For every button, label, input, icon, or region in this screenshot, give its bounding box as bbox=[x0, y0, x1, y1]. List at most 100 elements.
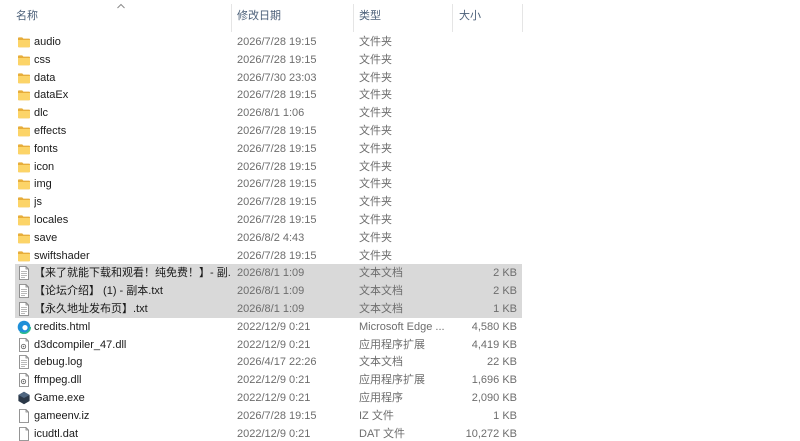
file-type: 应用程序扩展 bbox=[359, 338, 425, 351]
file-type: 文件夹 bbox=[359, 213, 392, 226]
folder-icon bbox=[17, 35, 31, 49]
file-name: Game.exe bbox=[34, 391, 85, 404]
folder-icon bbox=[17, 177, 31, 191]
file-type: 文件夹 bbox=[359, 178, 392, 191]
file-row[interactable]: img 2026/7/28 19:15 文件夹 bbox=[0, 175, 800, 193]
file-modified-date: 2026/8/1 1:09 bbox=[237, 285, 305, 298]
file-row[interactable]: icudtl.dat 2022/12/9 0:21 DAT 文件 10,272 KB bbox=[0, 425, 800, 441]
file-modified-date: 2026/8/2 4:43 bbox=[237, 231, 305, 244]
file-size bbox=[450, 193, 517, 211]
file-name: d3dcompiler_47.dll bbox=[34, 338, 127, 351]
file-row[interactable]: d3dcompiler_47.dll 2022/12/9 0:21 应用程序扩展 4,… bbox=[0, 336, 800, 354]
folder-icon bbox=[17, 249, 31, 263]
file-row[interactable]: 【永久地址发布页】.txt 2026/8/1 1:09 文本文档 1 KB bbox=[0, 299, 800, 318]
file-row[interactable]: locales 2026/7/28 19:15 文件夹 bbox=[0, 211, 800, 229]
file-name: locales bbox=[34, 213, 69, 226]
column-divider[interactable] bbox=[452, 4, 453, 32]
column-divider[interactable] bbox=[522, 4, 523, 32]
file-row[interactable]: save 2026/8/2 4:43 文件夹 bbox=[0, 229, 800, 247]
text-file-icon bbox=[17, 266, 31, 281]
file-modified-date: 2026/7/28 19:15 bbox=[237, 213, 317, 226]
file-name: icon bbox=[34, 160, 55, 173]
file-type: 文本文档 bbox=[359, 267, 403, 280]
column-header-date[interactable]: 修改日期 bbox=[237, 0, 347, 30]
file-row[interactable]: css 2026/7/28 19:15 文件夹 bbox=[0, 51, 800, 69]
file-size bbox=[450, 122, 517, 140]
file-row[interactable]: debug.log 2026/4/17 22:26 文本文档 22 KB bbox=[0, 353, 800, 371]
file-row[interactable]: swiftshader 2026/7/28 19:15 文件夹 bbox=[0, 247, 800, 265]
file-name: icudtl.dat bbox=[34, 427, 79, 440]
file-size: 4,580 KB bbox=[471, 320, 517, 333]
file-row[interactable]: ffmpeg.dll 2022/12/9 0:21 应用程序扩展 1,696 KB bbox=[0, 371, 800, 389]
file-size bbox=[450, 33, 517, 51]
column-divider[interactable] bbox=[231, 4, 232, 32]
file-row[interactable]: js 2026/7/28 19:15 文件夹 bbox=[0, 193, 800, 211]
folder-icon bbox=[17, 213, 31, 227]
file-name: audio bbox=[34, 36, 61, 48]
dll-file-icon bbox=[17, 337, 31, 352]
file-size bbox=[450, 158, 517, 176]
file-row[interactable]: Game.exe 2022/12/9 0:21 应用程序 2,090 KB bbox=[0, 389, 800, 407]
file-row[interactable]: data 2026/7/30 23:03 文件夹 bbox=[0, 69, 800, 87]
file-name: data bbox=[34, 71, 56, 84]
edge-html-icon bbox=[16, 319, 32, 334]
file-name: credits.html bbox=[34, 320, 91, 333]
folder-icon bbox=[17, 160, 31, 174]
game-exe-icon bbox=[17, 391, 31, 405]
folder-icon bbox=[17, 88, 31, 102]
file-modified-date: 2022/12/9 0:21 bbox=[237, 320, 311, 333]
file-size bbox=[450, 69, 517, 87]
file-size: 2 KB bbox=[493, 285, 517, 298]
file-size: 2 KB bbox=[493, 267, 517, 280]
column-header-name[interactable]: 名称 bbox=[16, 0, 226, 30]
file-row[interactable]: gameenv.iz 2026/7/28 19:15 IZ 文件 1 KB bbox=[0, 407, 800, 425]
file-row[interactable]: dlc 2026/8/1 1:06 文件夹 bbox=[0, 104, 800, 122]
file-size bbox=[450, 247, 517, 265]
file-modified-date: 2026/7/28 19:15 bbox=[237, 36, 317, 48]
folder-icon bbox=[17, 124, 31, 138]
file-modified-date: 2026/8/1 1:06 bbox=[237, 107, 305, 120]
column-divider[interactable] bbox=[353, 4, 354, 32]
folder-icon bbox=[17, 106, 31, 120]
file-size bbox=[450, 211, 517, 229]
file-type: 文件夹 bbox=[359, 160, 392, 173]
file-row[interactable]: effects 2026/7/28 19:15 文件夹 bbox=[0, 122, 800, 140]
file-name: dlc bbox=[34, 107, 49, 120]
file-row[interactable]: 【来了就能下载和观看！纯免费！】- 副... 2026/8/1 1:09 文本文档 2… bbox=[0, 264, 800, 283]
file-row[interactable]: fonts 2026/7/28 19:15 文件夹 bbox=[0, 140, 800, 158]
file-row[interactable]: credits.html 2022/12/9 0:21 Microsoft Edge… bbox=[0, 318, 800, 336]
folder-icon bbox=[17, 195, 31, 209]
file-modified-date: 2022/12/9 0:21 bbox=[237, 427, 311, 440]
file-type: 文件夹 bbox=[359, 36, 392, 48]
file-name: 【来了就能下载和观看！纯免费！】- 副... bbox=[34, 267, 230, 280]
file-modified-date: 2026/8/1 1:09 bbox=[237, 302, 305, 315]
file-size bbox=[450, 104, 517, 122]
file-size: 22 KB bbox=[487, 356, 517, 369]
file-modified-date: 2026/7/28 19:15 bbox=[237, 142, 317, 155]
file-row[interactable]: dataEx 2026/7/28 19:15 文件夹 bbox=[0, 86, 800, 104]
file-name: fonts bbox=[34, 142, 58, 155]
file-type: 文件夹 bbox=[359, 89, 392, 102]
file-type: IZ 文件 bbox=[359, 409, 394, 422]
file-modified-date: 2026/7/30 23:03 bbox=[237, 71, 317, 84]
file-name: ffmpeg.dll bbox=[34, 374, 82, 387]
file-row[interactable]: 【论坛介绍】 (1) - 副本.txt 2026/8/1 1:09 文本文档 2 KB bbox=[0, 282, 800, 300]
file-type: 文件夹 bbox=[359, 124, 392, 137]
file-size: 2,090 KB bbox=[471, 391, 517, 404]
file-size bbox=[450, 51, 517, 69]
file-type: Microsoft Edge ... bbox=[359, 320, 445, 333]
file-modified-date: 2026/7/28 19:15 bbox=[237, 196, 317, 209]
file-name: debug.log bbox=[34, 356, 83, 369]
file-row[interactable]: icon 2026/7/28 19:15 文件夹 bbox=[0, 158, 800, 176]
file-list: audio 2026/7/28 19:15 文件夹 css 2026/7/28 19:1… bbox=[0, 33, 800, 441]
file-name: img bbox=[34, 178, 52, 191]
text-file-icon bbox=[17, 284, 31, 299]
file-size: 10,272 KB bbox=[465, 427, 517, 440]
file-modified-date: 2022/12/9 0:21 bbox=[237, 374, 311, 387]
file-type: 文件夹 bbox=[359, 71, 392, 84]
column-header-size[interactable]: 大小 bbox=[459, 0, 519, 30]
column-header-type[interactable]: 类型 bbox=[359, 0, 447, 30]
file-type: 文件夹 bbox=[359, 142, 392, 155]
file-row[interactable]: audio 2026/7/28 19:15 文件夹 bbox=[0, 33, 800, 51]
folder-icon bbox=[17, 53, 31, 67]
